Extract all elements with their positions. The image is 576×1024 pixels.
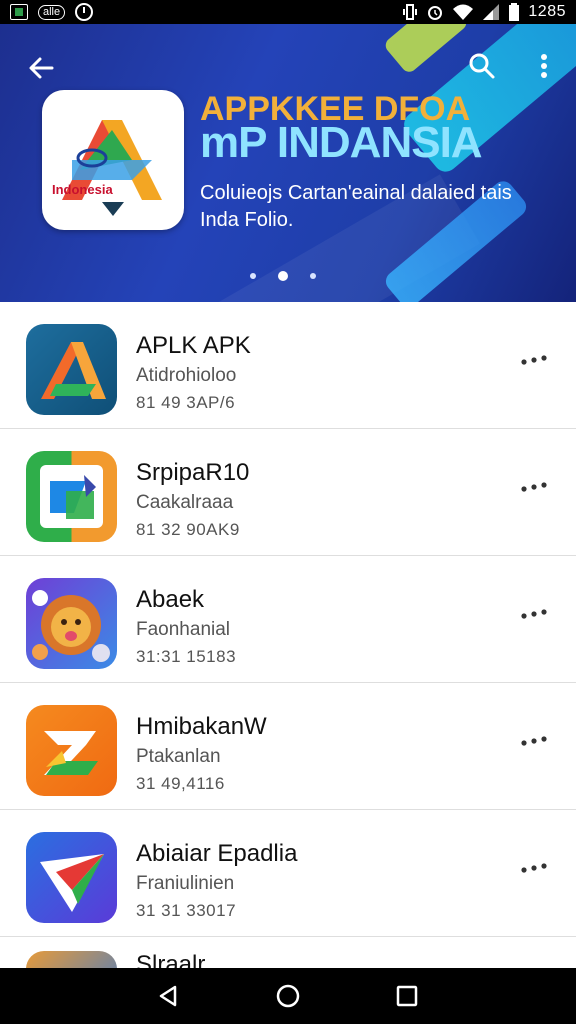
app-list: APLK APK Atidrohioloo 81 49 3AP/6 Srpipa… [0, 302, 576, 968]
app-logo-icon [26, 951, 117, 968]
carousel-dot[interactable] [310, 273, 316, 279]
featured-banner[interactable]: Indonesia APPKKEE DFOA mP INDANSIA Colui… [0, 24, 576, 302]
status-time: 1285 [528, 3, 566, 20]
carousel-indicator [250, 271, 316, 281]
app-name: SrpipaR10 [136, 459, 250, 486]
status-left: alle [10, 3, 94, 21]
app-size: 31:31 15183 [136, 647, 237, 666]
app-logo-graphic [32, 590, 110, 662]
wifi-icon [453, 4, 474, 20]
triangle-back-icon[interactable] [155, 982, 183, 1010]
app-name: Abiaiar Epadlia [136, 840, 298, 867]
status-bar: alle 1285 [0, 0, 576, 24]
paper-plane-logo-icon [26, 832, 117, 923]
list-item[interactable]: HmibakanW Ptakanlan 31 49,4116 [0, 683, 576, 810]
app-screen: alle 1285 Indonesia APPKKEE DFOA mP INDA… [0, 0, 576, 1024]
banner-subtitle: Coluieojs Cartan'eainal dalaied tais Ind… [200, 182, 512, 231]
app-name: Abaek [136, 586, 205, 613]
more-horizontal-icon[interactable] [520, 731, 548, 751]
list-item[interactable]: Abaek Faonhanial 31:31 15183 [0, 556, 576, 683]
indonesia-logo-icon [62, 120, 162, 216]
signal-icon [483, 4, 500, 20]
more-horizontal-icon[interactable] [520, 604, 548, 624]
app-size: 31 49,4116 [136, 774, 225, 793]
app-size: 81 49 3AP/6 [136, 393, 236, 412]
app-notification-icon [10, 4, 28, 20]
alarm-icon [75, 3, 94, 21]
list-item[interactable]: SrpipaR10 Caakalraaa 81 32 90AK9 [0, 429, 576, 556]
app-name: APLK APK [136, 332, 251, 359]
app-size: 31 31 33017 [136, 901, 237, 920]
app-category: Franiulinien [136, 873, 235, 894]
more-vertical-icon[interactable] [530, 50, 558, 82]
search-icon[interactable] [466, 50, 498, 82]
green-orange-square-logo-icon [26, 451, 117, 542]
list-item[interactable]: APLK APK Atidrohioloo 81 49 3AP/6 [0, 302, 576, 429]
vibrate-icon [403, 4, 418, 20]
banner-title-line2: mP INDANSIA [200, 118, 483, 167]
square-recents-icon[interactable] [393, 982, 421, 1010]
circle-home-icon[interactable] [274, 982, 302, 1010]
more-horizontal-icon[interactable] [520, 477, 548, 497]
logo-text: Indonesia [52, 182, 113, 197]
banner-decoration [382, 24, 470, 76]
app-logo-graphic [44, 731, 98, 775]
app-name: HmibakanW [136, 713, 267, 740]
alarm-clock-icon [428, 6, 443, 20]
app-category: Atidrohioloo [136, 365, 237, 386]
orange-triangle-logo-icon [26, 324, 117, 415]
more-horizontal-icon[interactable] [520, 350, 548, 370]
list-item[interactable]: Abiaiar Epadlia Franiulinien 31 31 33017 [0, 810, 576, 937]
app-logo-graphic [40, 465, 103, 528]
banner-app-logo: Indonesia [42, 90, 184, 230]
list-item-partial[interactable]: Slraalr [0, 937, 576, 968]
battery-icon [509, 3, 520, 21]
carousel-dot[interactable] [250, 273, 256, 279]
carousel-dot-active[interactable] [278, 271, 288, 281]
notification-pill: alle [38, 4, 66, 20]
app-category: Ptakanlan [136, 746, 221, 767]
app-size: 81 32 90AK9 [136, 520, 240, 539]
app-logo-graphic [40, 854, 104, 912]
lion-face-icon [26, 578, 117, 669]
system-nav-bar [0, 968, 576, 1024]
more-horizontal-icon[interactable] [520, 858, 548, 878]
app-category: Caakalraaa [136, 492, 234, 513]
app-category: Faonhanial [136, 619, 231, 640]
app-name: Slraalr [136, 951, 206, 968]
arrow-left-icon[interactable] [26, 52, 58, 84]
app-logo-graphic [41, 342, 106, 399]
orange-z-logo-icon [26, 705, 117, 796]
status-right: 1285 [402, 3, 566, 21]
